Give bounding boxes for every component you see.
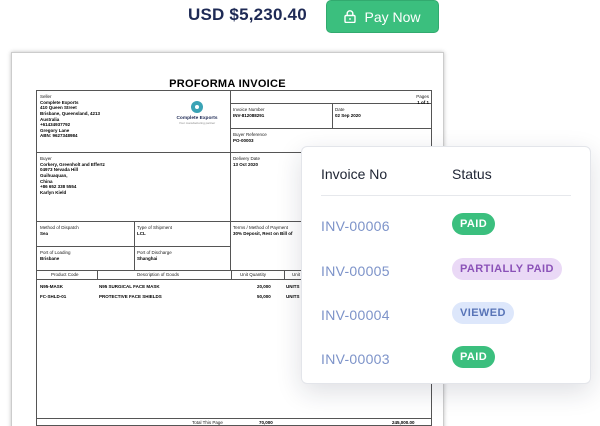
column-header: Unit xyxy=(292,272,301,277)
buyer-line: Karlyn Kield xyxy=(40,189,67,195)
port-loading-block: Port of Loading Brisbane xyxy=(38,248,133,263)
divider xyxy=(97,270,98,279)
buyer-reference-value: PO-00003 xyxy=(233,137,254,143)
invoice-number-link[interactable]: INV-00005 xyxy=(321,263,390,279)
invoice-status-card: Invoice No Status INV-00006 PAID INV-000… xyxy=(301,146,591,384)
buyer-block: Buyer Corkery, Greenholt and Effertz 049… xyxy=(38,154,228,197)
row-unit: UNITS xyxy=(286,294,300,299)
seller-block: Seller Complete Exports 410 Queen Street… xyxy=(38,92,158,141)
date-value: 02 Sep 2020 xyxy=(335,112,361,118)
total-quantity: 70,000 xyxy=(259,420,273,425)
date-block: Date 02 Sep 2020 xyxy=(333,105,431,120)
row-description: PROTECTIVE FACE SHIELDS xyxy=(99,294,162,299)
invoice-number-link[interactable]: INV-00004 xyxy=(321,307,390,323)
status-badge: PAID xyxy=(452,346,496,368)
dispatch-block: Method of Dispatch Sea xyxy=(38,223,133,238)
invoice-row[interactable]: INV-00006 PAID xyxy=(302,212,590,242)
column-header: Product Code xyxy=(51,272,79,277)
shipment-type-block: Type of Shipment LCL xyxy=(135,223,229,238)
pay-now-button[interactable]: Pay Now xyxy=(326,0,439,33)
row-unit: UNITS xyxy=(286,284,300,289)
pay-now-label: Pay Now xyxy=(364,8,421,25)
invoice-row[interactable]: INV-00004 VIEWED xyxy=(302,301,590,331)
dispatch-value: Sea xyxy=(40,230,49,236)
buyer-reference-block: Buyer Reference PO-00003 xyxy=(231,130,431,145)
column-header: Description of Goods xyxy=(137,272,180,277)
port-discharge-block: Port of Discharge Shanghai xyxy=(135,248,229,263)
column-header: Unit Quantity xyxy=(240,272,267,277)
divider xyxy=(284,270,285,279)
payment-amount: USD $5,230.40 xyxy=(188,5,307,24)
column-header-invoice: Invoice No xyxy=(321,166,388,182)
invoice-title: PROFORMA INVOICE xyxy=(169,78,286,90)
divider xyxy=(231,270,232,279)
company-logo: Complete Exports Your manufacturing part… xyxy=(167,101,227,125)
row-quantity: 20,000 xyxy=(257,284,271,289)
total-label: Total This Page xyxy=(192,420,223,425)
port-loading-value: Brisbane xyxy=(40,255,60,261)
invoice-number-block: Invoice Number INV-812088291 xyxy=(231,105,331,120)
divider xyxy=(230,128,432,129)
invoice-number-value: INV-812088291 xyxy=(233,112,265,118)
status-badge: VIEWED xyxy=(452,302,514,324)
logo-mark-icon xyxy=(191,101,203,113)
row-code: N95-MASK xyxy=(40,284,64,289)
status-badge: PARTIALLY PAID xyxy=(452,258,562,280)
shipment-type-value: LCL xyxy=(137,230,146,236)
row-code: FC-SHLD-01 xyxy=(40,294,67,299)
row-description: N95 SURGICAL FACE MASK xyxy=(99,284,160,289)
invoice-number-link[interactable]: INV-00006 xyxy=(321,218,390,234)
invoice-row[interactable]: INV-00005 PARTIALLY PAID xyxy=(302,257,590,287)
lock-icon xyxy=(344,10,357,23)
header-divider xyxy=(321,195,571,196)
divider xyxy=(37,246,230,247)
page-root: USD $5,230.40 Pay Now PROFORMA INVOICE S… xyxy=(0,0,600,426)
invoice-row[interactable]: INV-00003 PAID xyxy=(302,345,590,375)
row-quantity: 50,000 xyxy=(257,294,271,299)
invoice-number-link[interactable]: INV-00003 xyxy=(321,351,390,367)
port-discharge-value: Shanghai xyxy=(137,255,158,261)
seller-line: ABN: 9627348984 xyxy=(40,133,78,139)
divider xyxy=(37,418,432,419)
logo-tagline: Your manufacturing partner xyxy=(178,121,216,125)
status-badge: PAID xyxy=(452,213,496,235)
total-amount: 245,000.00 xyxy=(392,420,415,425)
column-header-status: Status xyxy=(452,166,492,182)
